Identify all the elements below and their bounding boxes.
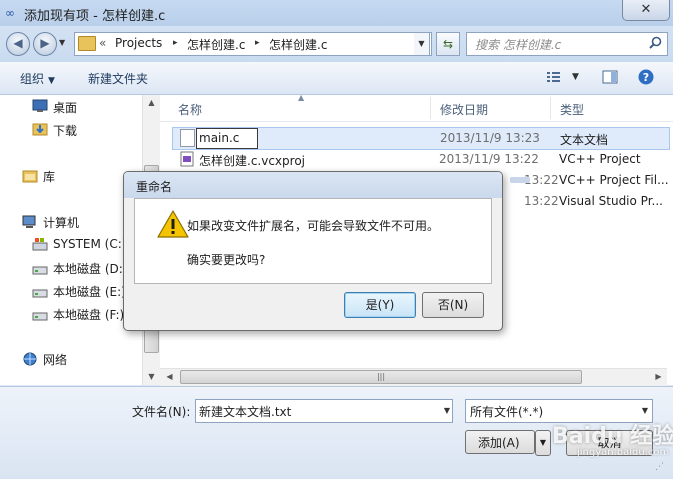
obscured-text — [510, 177, 530, 183]
rename-input[interactable]: main.c — [196, 128, 258, 149]
column-name[interactable]: 名称 — [178, 101, 202, 118]
history-dropdown-icon[interactable]: ▼ — [59, 38, 65, 47]
folder-icon — [78, 36, 96, 51]
row-type: VC++ Project Fil... — [559, 173, 669, 187]
filename-label: 文件名(N): — [132, 405, 191, 419]
scroll-up-arrow[interactable]: ▲ — [143, 95, 160, 111]
dialog-title-bar: 重命名 — [124, 172, 502, 198]
close-icon: ✕ — [640, 2, 652, 17]
breadcrumb-separator[interactable]: ▸ — [255, 38, 260, 48]
column-divider[interactable] — [550, 97, 551, 119]
row-type: Visual Studio Pr... — [559, 194, 663, 208]
sidebar-item-network[interactable]: 网络 — [43, 351, 67, 368]
add-button[interactable]: 添加(A) — [465, 430, 535, 454]
row-date: 2013/11/9 13:23 — [440, 131, 540, 145]
yes-button[interactable]: 是(Y) — [344, 292, 416, 318]
organize-label: 组织 — [20, 72, 45, 86]
network-icon — [23, 352, 37, 366]
scroll-left-arrow[interactable]: ◀ — [161, 369, 178, 385]
watermark-url: jingyan.baidu.com — [577, 447, 670, 458]
filename-value: 新建文本文档.txt — [199, 405, 292, 419]
new-folder-button[interactable]: 新建文件夹 — [88, 70, 148, 87]
add-split-dropdown[interactable]: ▼ — [535, 430, 551, 456]
close-button[interactable]: ✕ — [622, 0, 670, 21]
view-dropdown-icon[interactable]: ▼ — [572, 72, 579, 82]
preview-pane-icon[interactable] — [602, 70, 618, 84]
vcxproj-file-icon — [180, 151, 194, 167]
computer-icon — [22, 215, 36, 228]
table-row[interactable]: 怎样创建.c.vcxproj 2013/11/9 13:22 VC++ Proj… — [172, 149, 668, 170]
search-icon[interactable] — [649, 36, 662, 49]
sidebar-item-computer[interactable]: 计算机 — [43, 214, 79, 231]
horizontal-scroll-thumb[interactable]: ||| — [180, 370, 582, 384]
forward-arrow-icon: ▶ — [40, 36, 50, 50]
warning-icon — [157, 210, 189, 238]
chevron-down-icon[interactable]: ▼ — [444, 400, 450, 422]
dialog-body: 如果改变文件扩展名，可能会导致文件不可用。 确实要更改吗? — [134, 198, 492, 284]
chevron-down-icon: ▼ — [48, 76, 55, 86]
file-type-value: 所有文件(*.*) — [470, 405, 544, 419]
sidebar-item-drive-e[interactable]: 本地磁盘 (E:) — [53, 283, 126, 300]
column-type[interactable]: 类型 — [560, 101, 584, 118]
address-bar[interactable]: « Projects ▸ 怎样创建.c ▸ 怎样创建.c — [74, 32, 432, 56]
row-date: 13:22 — [524, 194, 559, 208]
watermark-logo: Baidu 经验 — [552, 424, 673, 449]
app-icon: ∞ — [5, 6, 15, 20]
back-button[interactable]: ◀ — [6, 32, 30, 56]
desktop-icon — [32, 99, 48, 112]
dialog-title: 重命名 — [136, 180, 173, 194]
help-icon[interactable]: ? — [638, 69, 654, 85]
drive-icon — [32, 312, 48, 321]
breadcrumb-projects[interactable]: Projects — [115, 36, 162, 50]
refresh-icon: ⇆ — [442, 37, 454, 51]
library-icon — [22, 170, 38, 183]
filename-input[interactable]: 新建文本文档.txt ▼ — [195, 399, 453, 423]
rename-dialog: 重命名 如果改变文件扩展名，可能会导致文件不可用。 确实要更改吗? 是(Y) 否… — [123, 171, 503, 331]
address-overflow-chevron[interactable]: « — [99, 36, 106, 50]
sidebar-item-system-c[interactable]: SYSTEM (C:) — [53, 237, 126, 251]
sort-ascending-icon: ▲ — [298, 93, 305, 102]
column-headers: ▲ 名称 修改日期 类型 — [160, 93, 673, 122]
breadcrumb-folder-2[interactable]: 怎样创建.c — [269, 36, 327, 53]
row-date: 2013/11/9 13:22 — [439, 152, 539, 166]
no-button[interactable]: 否(N) — [422, 292, 484, 318]
forward-button[interactable]: ▶ — [33, 32, 57, 56]
svg-text:?: ? — [643, 71, 649, 84]
dialog-question: 确实要更改吗? — [187, 253, 266, 267]
sidebar-item-downloads[interactable]: 下载 — [53, 122, 77, 139]
scroll-down-arrow[interactable]: ▼ — [143, 369, 160, 385]
window-title: 添加现有项 - 怎样创建.c — [24, 9, 166, 24]
refresh-button[interactable]: ⇆ — [436, 32, 460, 56]
column-date[interactable]: 修改日期 — [440, 101, 488, 118]
title-bar: ∞ 添加现有项 - 怎样创建.c — [0, 0, 673, 26]
row-type: 文本文档 — [560, 133, 609, 147]
organize-button[interactable]: 组织 ▼ — [20, 70, 55, 87]
system-drive-icon — [32, 238, 48, 251]
breadcrumb-separator[interactable]: ▸ — [173, 38, 178, 48]
row-name: 怎样创建.c.vcxproj — [199, 154, 305, 168]
add-button-label: 添加(A) — [478, 436, 520, 450]
drive-icon — [32, 266, 48, 275]
row-type: VC++ Project — [559, 152, 641, 166]
resize-grip-icon[interactable]: ⋰ — [655, 462, 669, 476]
address-dropdown-button[interactable]: ▼ — [414, 32, 430, 56]
dialog-message: 如果改变文件扩展名，可能会导致文件不可用。 — [187, 219, 440, 233]
sidebar-item-drive-f[interactable]: 本地磁盘 (F:) — [53, 306, 124, 323]
column-divider[interactable] — [430, 97, 431, 119]
view-options-icon[interactable] — [546, 70, 562, 84]
sidebar-item-library[interactable]: 库 — [43, 168, 55, 185]
sidebar-item-desktop[interactable]: 桌面 — [53, 99, 77, 116]
scroll-right-arrow[interactable]: ▶ — [650, 369, 667, 385]
search-input[interactable]: 搜索 怎样创建.c — [466, 32, 668, 56]
text-file-icon — [180, 129, 195, 147]
back-arrow-icon: ◀ — [13, 36, 23, 50]
breadcrumb-folder-1[interactable]: 怎样创建.c — [187, 36, 245, 53]
drive-icon — [32, 289, 48, 298]
search-placeholder: 搜索 怎样创建.c — [475, 38, 562, 52]
sidebar-item-drive-d[interactable]: 本地磁盘 (D:) — [53, 260, 127, 277]
downloads-icon — [32, 123, 48, 136]
